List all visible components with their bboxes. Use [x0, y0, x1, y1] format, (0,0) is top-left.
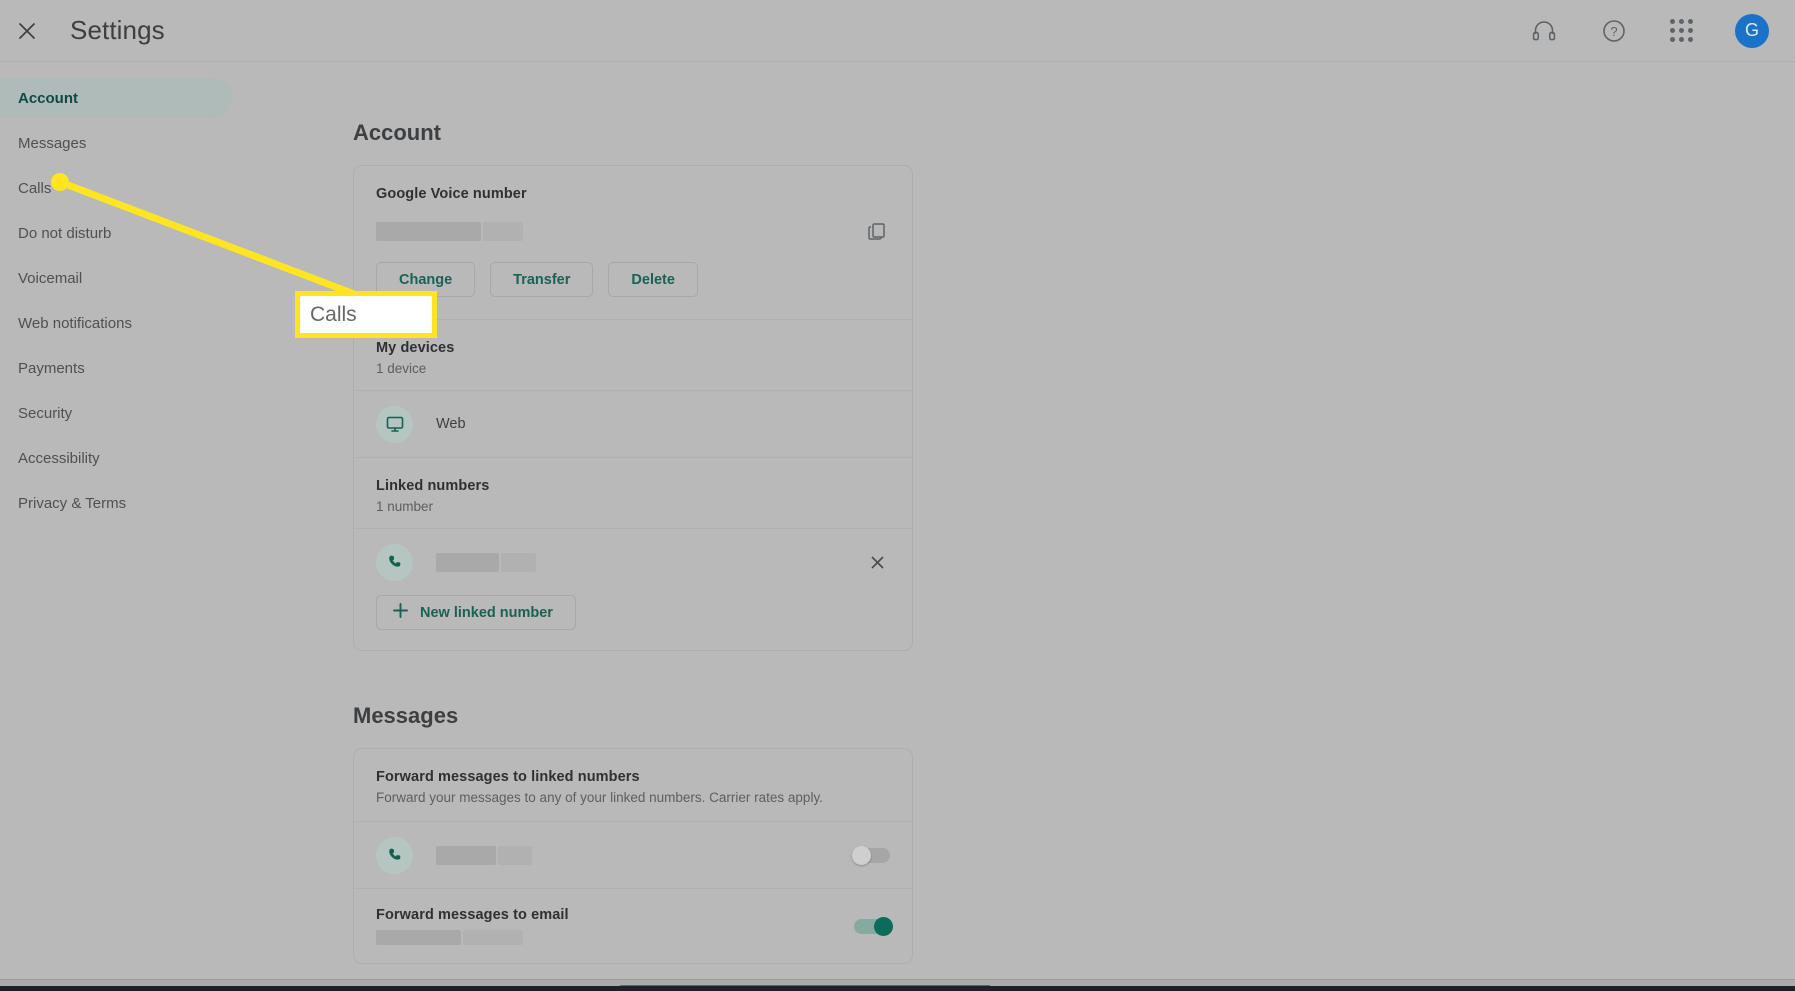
- google-voice-number-title: Google Voice number: [376, 186, 527, 202]
- forward-linked-description: Forward your messages to any of your lin…: [376, 790, 823, 805]
- linked-number-row: [354, 529, 912, 595]
- forward-email-title: Forward messages to email: [376, 907, 569, 923]
- forward-linked-title: Forward messages to linked numbers: [376, 769, 640, 785]
- remove-linked-number-icon[interactable]: [864, 549, 890, 575]
- new-linked-number-button[interactable]: New linked number: [376, 595, 576, 630]
- linked-number-value: [436, 552, 536, 572]
- phone-icon: [376, 836, 413, 874]
- sidebar-nav: Account Messages Calls Do not disturb Vo…: [0, 62, 260, 528]
- redacted-bar: [501, 552, 536, 572]
- bottom-taskbar-strip: [0, 979, 1795, 991]
- phone-icon: [376, 543, 413, 581]
- voice-number-actions: Change Transfer Delete: [354, 256, 912, 319]
- sidebar-item-label: Security: [18, 404, 73, 422]
- sidebar-item-label: Voicemail: [18, 269, 83, 287]
- callout-label: Calls: [310, 302, 357, 326]
- page-title: Settings: [70, 15, 165, 45]
- sidebar-item-label: Messages: [18, 134, 87, 152]
- forward-linked-toggle[interactable]: [852, 845, 890, 865]
- copy-icon[interactable]: [864, 218, 890, 244]
- plus-icon: [392, 602, 409, 623]
- close-icon[interactable]: [14, 18, 40, 44]
- my-devices-title: My devices: [376, 340, 455, 356]
- redacted-bar: [436, 552, 499, 572]
- settings-content: Account Google Voice number Change Trans…: [260, 62, 1795, 991]
- forward-email-info: Forward messages to email: [376, 907, 569, 945]
- redacted-bar: [376, 930, 461, 945]
- forward-linked-number-value: [436, 845, 532, 865]
- account-section-heading: Account: [353, 120, 441, 145]
- transfer-number-button[interactable]: Transfer: [490, 262, 594, 297]
- avatar[interactable]: G: [1735, 13, 1769, 48]
- sidebar-item-privacy-terms[interactable]: Privacy & Terms: [0, 483, 232, 523]
- delete-number-button[interactable]: Delete: [608, 262, 698, 297]
- sidebar-item-voicemail[interactable]: Voicemail: [0, 258, 232, 298]
- google-voice-number-row: [354, 206, 912, 256]
- device-row-web[interactable]: Web: [354, 391, 912, 457]
- monitor-icon: [376, 405, 413, 443]
- sidebar-item-web-notifications[interactable]: Web notifications: [0, 303, 232, 343]
- forward-linked-number-row: [354, 822, 912, 888]
- sidebar-item-label: Do not disturb: [18, 224, 112, 242]
- sidebar-item-label: Payments: [18, 359, 85, 377]
- apps-grid-icon[interactable]: [1670, 19, 1693, 42]
- linked-numbers-subtitle: 1 number: [376, 499, 434, 514]
- sidebar-item-payments[interactable]: Payments: [0, 348, 232, 388]
- sidebar-item-messages[interactable]: Messages: [0, 123, 232, 163]
- redacted-bar: [483, 221, 523, 241]
- messages-card: Forward messages to linked numbers Forwa…: [353, 748, 913, 964]
- account-card: Google Voice number Change Transfer Dele: [353, 165, 913, 651]
- redacted-bar: [498, 845, 532, 865]
- redacted-bar: [436, 845, 496, 865]
- forward-email-value: [376, 930, 569, 945]
- new-linked-number-label: New linked number: [420, 604, 553, 621]
- sidebar-item-label: Calls: [18, 179, 52, 197]
- sidebar-item-do-not-disturb[interactable]: Do not disturb: [0, 213, 232, 253]
- my-devices-subtitle: 1 device: [376, 361, 427, 376]
- google-voice-number-value: [376, 221, 523, 241]
- topbar-actions: ? G: [1530, 13, 1795, 48]
- sidebar-item-account[interactable]: Account: [0, 78, 232, 118]
- sidebar-item-label: Account: [18, 89, 78, 107]
- sidebar-item-calls[interactable]: Calls: [0, 168, 232, 208]
- forward-email-row: Forward messages to email: [354, 889, 912, 963]
- device-label: Web: [436, 416, 466, 432]
- sidebar-item-accessibility[interactable]: Accessibility: [0, 438, 232, 478]
- taskbar-dark: [0, 986, 1795, 991]
- redacted-bar: [376, 221, 481, 241]
- messages-section-heading: Messages: [353, 703, 459, 728]
- sidebar-item-label: Web notifications: [18, 314, 132, 332]
- redacted-bar: [463, 930, 523, 945]
- callout-box: Calls: [295, 291, 437, 338]
- headset-icon[interactable]: [1530, 17, 1558, 45]
- sidebar-item-label: Privacy & Terms: [18, 494, 127, 512]
- linked-numbers-title: Linked numbers: [376, 478, 490, 494]
- linked-number-actions: New linked number: [354, 595, 912, 650]
- sidebar-item-security[interactable]: Security: [0, 393, 232, 433]
- sidebar-item-label: Accessibility: [18, 449, 100, 467]
- forward-email-toggle[interactable]: [854, 916, 893, 936]
- svg-text:?: ?: [1610, 24, 1617, 39]
- top-app-bar: Settings ? G: [0, 0, 1795, 62]
- settings-page: Settings ? G Account Messages Calls Do n…: [0, 0, 1795, 991]
- help-circle-icon[interactable]: ?: [1600, 17, 1628, 45]
